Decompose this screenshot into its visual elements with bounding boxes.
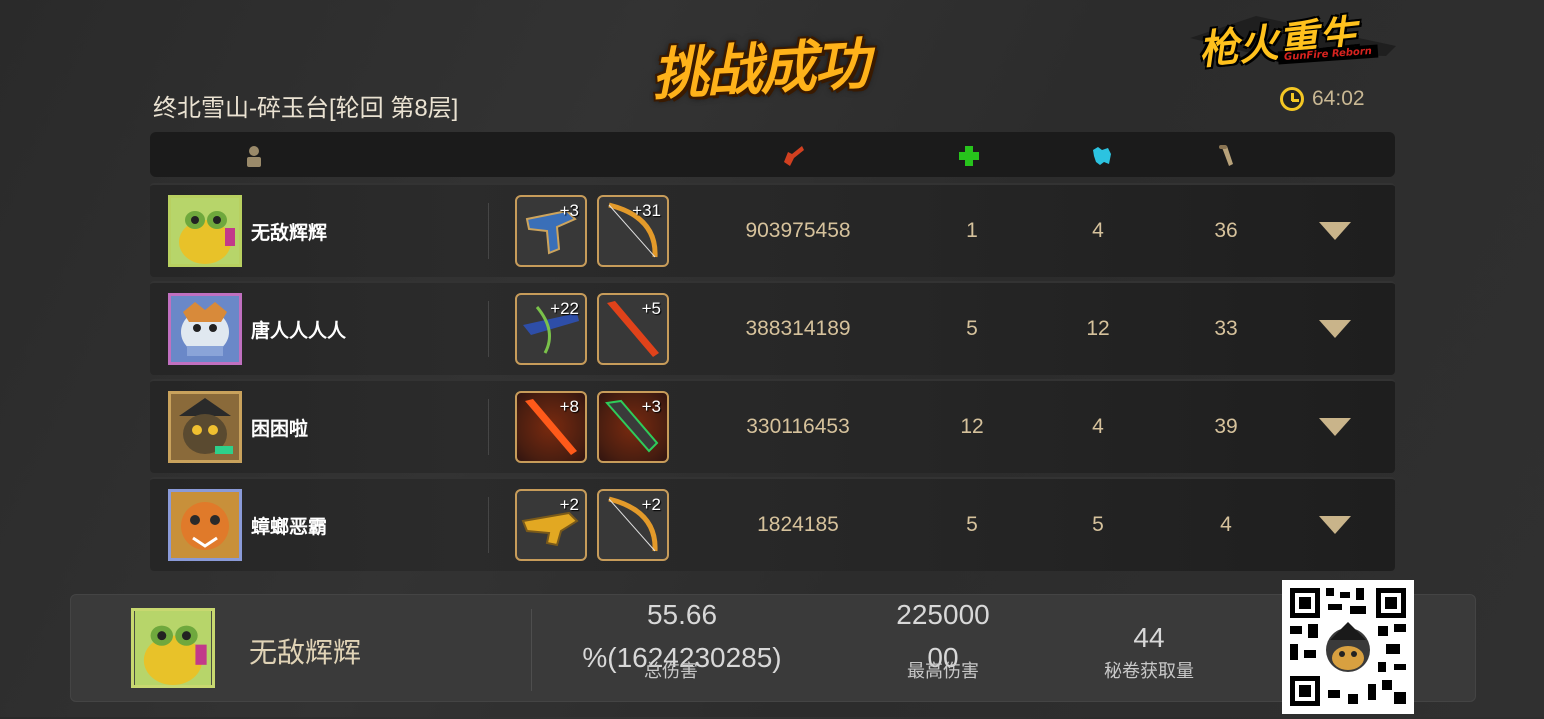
damage-icon xyxy=(784,146,804,166)
personal-summary-panel: 无敌辉辉 55.66 %(1624230285) 总伤害 225000 00 最… xyxy=(70,594,1476,702)
weapon-slot[interactable]: +2 xyxy=(597,489,669,561)
player-avatar xyxy=(168,195,242,267)
weapon-level: +31 xyxy=(632,201,661,220)
game-logo: 枪火重生 GunFire Reborn xyxy=(1186,8,1400,80)
player-avatar xyxy=(168,489,242,561)
weapon-level: +3 xyxy=(559,201,579,220)
player-row[interactable]: 无敌辉辉 +3 +31 903975458 1 4 36 xyxy=(150,183,1395,277)
weapon-level: +22 xyxy=(550,299,579,318)
max-damage-line1: 225000 xyxy=(896,599,990,630)
qr-code-icon[interactable] xyxy=(1282,580,1414,714)
column-header-bar xyxy=(150,132,1395,177)
heal-value: 1 xyxy=(966,219,978,242)
scroll-value: 36 xyxy=(1214,219,1238,242)
heal-cross-icon xyxy=(959,146,979,166)
scroll-value: 39 xyxy=(1214,415,1238,438)
player-name: 困困啦 xyxy=(251,419,309,440)
summary-player-name: 无敌辉辉 xyxy=(249,637,362,668)
scroll-value: 4 xyxy=(1220,513,1232,536)
heal-value: 5 xyxy=(966,513,978,536)
pet-value: 4 xyxy=(1092,415,1104,438)
total-damage-label: 总伤害 xyxy=(644,661,698,681)
weapon-level: +2 xyxy=(559,495,579,514)
weapon-slot[interactable]: +22 xyxy=(515,293,587,365)
damage-value: 330116453 xyxy=(746,415,850,438)
divider xyxy=(488,399,489,455)
heal-value: 12 xyxy=(960,415,984,438)
scroll-icon xyxy=(1219,145,1233,166)
heal-value: 5 xyxy=(966,317,978,340)
player-row[interactable]: 蟑螂恶霸 +2 +2 1824185 5 5 4 xyxy=(150,477,1395,571)
expand-arrow-icon[interactable] xyxy=(1319,222,1351,240)
weapon-slot[interactable]: +8 xyxy=(515,391,587,463)
weapon-slot[interactable]: +31 xyxy=(597,195,669,267)
summary-avatar xyxy=(131,608,215,688)
pet-value: 12 xyxy=(1086,317,1110,340)
player-avatar xyxy=(168,293,242,365)
weapon-slot[interactable]: +2 xyxy=(515,489,587,561)
pet-value: 4 xyxy=(1092,219,1104,242)
divider xyxy=(488,497,489,553)
timer: 64:02 xyxy=(1280,87,1365,111)
weapon-slot[interactable]: +3 xyxy=(597,391,669,463)
challenge-success-banner: 挑战成功 xyxy=(650,32,870,109)
damage-value: 388314189 xyxy=(745,317,851,340)
expand-arrow-icon[interactable] xyxy=(1319,320,1351,338)
player-icon xyxy=(247,146,261,167)
weapon-level: +5 xyxy=(641,299,661,318)
scroll-value: 33 xyxy=(1214,317,1238,340)
weapon-level: +2 xyxy=(641,495,661,514)
scrolls-value: 44 xyxy=(1133,622,1165,653)
player-name: 无敌辉辉 xyxy=(251,223,328,244)
total-damage-line1: 55.66 xyxy=(646,599,718,630)
weapon-slot[interactable]: +5 xyxy=(597,293,669,365)
weapon-slot[interactable]: +3 xyxy=(515,195,587,267)
player-name: 唐人人人人 xyxy=(251,321,347,342)
weapon-level: +3 xyxy=(641,397,661,416)
max-damage-label: 最高伤害 xyxy=(907,661,979,681)
weapon-level: +8 xyxy=(559,397,579,416)
damage-value: 1824185 xyxy=(757,513,839,536)
damage-value: 903975458 xyxy=(745,219,851,242)
scrolls-label: 秘卷获取量 xyxy=(1104,661,1194,681)
player-row[interactable]: 困困啦 +8 +3 330116453 12 4 39 xyxy=(150,379,1395,473)
timer-value: 64:02 xyxy=(1312,87,1365,110)
player-avatar xyxy=(168,391,242,463)
stage-title: 终北雪山-碎玉台[轮回 第8层] xyxy=(153,95,459,122)
player-name: 蟑螂恶霸 xyxy=(251,517,328,538)
expand-arrow-icon[interactable] xyxy=(1319,418,1351,436)
pet-value: 5 xyxy=(1092,513,1104,536)
expand-arrow-icon[interactable] xyxy=(1319,516,1351,534)
divider xyxy=(488,203,489,259)
pet-icon xyxy=(1093,147,1111,165)
divider xyxy=(531,609,532,691)
player-row[interactable]: 唐人人人人 +22 +5 388314189 5 12 33 xyxy=(150,281,1395,375)
divider xyxy=(488,301,489,357)
clock-icon xyxy=(1280,87,1304,111)
